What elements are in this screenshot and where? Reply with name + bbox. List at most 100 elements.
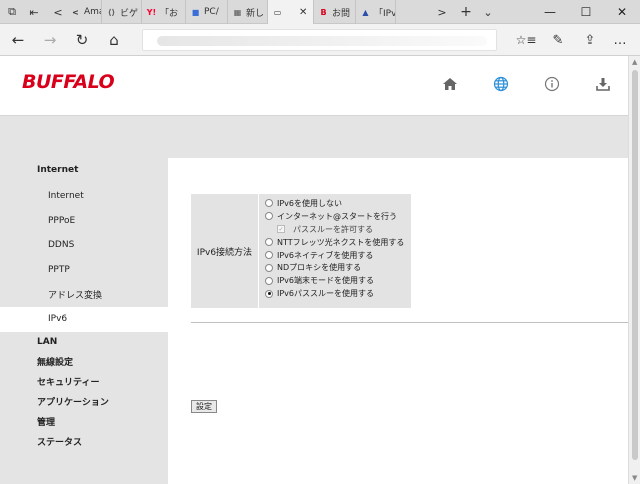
ipv6-connection-method-label: IPv6接続方法 <box>191 194 259 308</box>
radio-button[interactable] <box>265 212 273 221</box>
radio-button[interactable] <box>265 199 273 208</box>
tab-label: Ama <box>84 7 101 17</box>
radio-button[interactable] <box>265 251 273 259</box>
forward-button[interactable]: → <box>40 30 60 50</box>
browser-tab[interactable]: ⟨⟩ ビゲ <box>102 0 142 24</box>
scrollbar-thumb[interactable] <box>632 70 638 460</box>
tab-actions-icon[interactable]: ⧉ <box>4 4 20 20</box>
sidebar-menu: Internet Internet PPPoE DDNS PPTP アドレス変換 IPv6… <box>0 156 168 452</box>
browser-tab[interactable]: ▦ 新し <box>228 0 268 24</box>
sidebar-section[interactable]: セキュリティー <box>0 372 168 392</box>
ipv6-option-label: NTTフレッツ光ネクストを使用する <box>277 237 405 247</box>
radio-button[interactable] <box>265 238 273 247</box>
ipv6-option[interactable]: IPv6を使用しない <box>265 197 404 210</box>
radio-button[interactable] <box>265 263 273 272</box>
sidebar-section[interactable]: ステータス <box>0 432 168 452</box>
scroll-tabs-right-icon[interactable]: > <box>434 4 450 20</box>
close-tab-icon[interactable]: ✕ <box>299 7 307 18</box>
tab-label: ビゲ <box>120 8 139 19</box>
ipv6-option[interactable]: IPv6端末モードを使用する <box>265 274 404 287</box>
favorites-icon[interactable]: ☆≡ <box>516 30 537 50</box>
browser-tab[interactable]: ▲ 「IPv <box>356 0 396 24</box>
ipv6-option[interactable]: インターネット@スタートを行う <box>265 210 404 223</box>
set-aside-tabs-icon[interactable]: ⇤ <box>26 4 42 20</box>
ipv6-option[interactable]: NTTフレッツ光ネクストを使用する <box>265 236 404 249</box>
ipv6-option-label: IPv6パススルーを使用する <box>277 289 375 299</box>
sidebar-item[interactable]: IPv6 <box>0 306 168 332</box>
sidebar-item[interactable]: PPTP <box>0 258 168 283</box>
sidebar-section[interactable]: アプリケーション <box>0 392 168 412</box>
browser-tab[interactable]: < Ama <box>66 0 102 24</box>
apply-settings-button[interactable]: 設定 <box>191 400 217 413</box>
scroll-tabs-left-icon[interactable]: < <box>50 4 66 20</box>
tab-favicon-icon: ▦ <box>233 7 242 17</box>
radio-button[interactable] <box>265 289 273 298</box>
sidebar-item[interactable]: アドレス変換 <box>0 282 168 307</box>
new-tab-button[interactable]: + <box>458 4 474 20</box>
sidebar-item[interactable]: PPPoE <box>0 209 168 234</box>
ipv6-option-label: IPv6端末モードを使用する <box>277 276 375 286</box>
browser-tab[interactable]: ▭ ✕ <box>268 0 314 24</box>
ipv6-option-label: パススルーを許可する <box>293 224 373 234</box>
tab-label: 新し <box>246 8 265 19</box>
sidebar-section[interactable]: 管理 <box>0 412 168 432</box>
form-divider <box>191 322 628 323</box>
router-header: BUFFALO <box>0 56 628 116</box>
ipv6-options-group: IPv6を使用しないインターネット@スタートを行う ✓ パススルーを許可する NTTフ… <box>265 197 404 300</box>
blurred-url <box>157 36 487 46</box>
tab-favicon-icon: < <box>72 7 79 17</box>
sidebar-section[interactable]: LAN <box>0 332 168 352</box>
tab-favicon-icon: B <box>320 7 327 17</box>
tab-favicon-icon: Y! <box>146 7 157 17</box>
refresh-button[interactable]: ↻ <box>72 30 92 50</box>
tab-list-chevron-down-icon[interactable]: ⌄ <box>480 4 496 20</box>
tab-favicon-icon: ■ <box>191 7 200 17</box>
page-scrollbar[interactable]: ▲ ▼ <box>628 56 640 484</box>
globe-icon[interactable] <box>491 74 511 94</box>
ipv6-option[interactable]: NDプロキシを使用する <box>265 261 404 274</box>
browser-tab[interactable]: B お問 <box>314 0 356 24</box>
maximize-button[interactable]: ☐ <box>568 0 604 24</box>
tab-label: お問 <box>332 8 351 19</box>
ipv6-connection-method-row: IPv6接続方法 IPv6を使用しないインターネット@スタートを行う ✓ パススルー… <box>191 194 411 308</box>
share-icon[interactable]: ⇪ <box>580 30 600 50</box>
close-window-button[interactable]: ✕ <box>604 0 640 24</box>
info-icon[interactable] <box>542 74 562 94</box>
scroll-up-icon[interactable]: ▲ <box>632 58 637 66</box>
checkbox[interactable]: ✓ <box>277 225 285 234</box>
sidebar-item[interactable]: Internet <box>0 184 168 209</box>
web-notes-icon[interactable]: ✎ <box>548 30 568 50</box>
tab-favicon-icon: ▭ <box>273 7 282 17</box>
sidebar-section[interactable]: 無線設定 <box>0 352 168 372</box>
browser-tab[interactable]: ■ PC/ <box>186 0 228 24</box>
back-button[interactable]: ← <box>8 30 28 50</box>
ipv6-option[interactable]: IPv6ネイティブを使用する <box>265 249 404 262</box>
router-admin-page: BUFFALO Internet Internet PPPoE DDNS PPTP アド… <box>0 56 628 484</box>
more-menu-icon[interactable]: … <box>610 30 630 50</box>
tab-label: PC/ <box>204 7 219 17</box>
ipv6-option-label: IPv6を使用しない <box>277 198 343 208</box>
ipv6-option-label: IPv6ネイティブを使用する <box>277 250 374 260</box>
tab-label: 「お <box>160 8 179 19</box>
sidebar-item[interactable]: DDNS <box>0 233 168 258</box>
home-icon[interactable] <box>440 74 460 94</box>
minimize-button[interactable]: — <box>532 0 568 24</box>
tab-label: 「IPv <box>374 8 396 19</box>
radio-button[interactable] <box>265 276 273 285</box>
url-input[interactable] <box>142 29 497 51</box>
ipv6-option[interactable]: IPv6パススルーを使用する <box>265 287 404 300</box>
tab-favicon-icon: ⟨⟩ <box>107 7 116 17</box>
sidebar-section-internet[interactable]: Internet <box>0 156 168 184</box>
home-button[interactable]: ⌂ <box>104 30 124 50</box>
tab-favicon-icon: ▲ <box>362 7 369 17</box>
download-icon[interactable] <box>593 74 613 94</box>
ipv6-option-label: NDプロキシを使用する <box>277 263 362 273</box>
buffalo-logo[interactable]: BUFFALO <box>22 71 115 93</box>
ipv6-settings-panel: IPv6接続方法 IPv6を使用しないインターネット@スタートを行う ✓ パススルー… <box>168 158 628 484</box>
scroll-down-icon[interactable]: ▼ <box>632 474 637 482</box>
browser-tab-bar: ⧉ ⇤ < <Ama⟨⟩ビゲY!「お■PC/▦新し▭✕Bお問▲「IPv > + … <box>0 0 640 24</box>
ipv6-option-label: インターネット@スタートを行う <box>277 211 397 221</box>
browser-address-bar: ← → ↻ ⌂ ☆≡ ✎ ⇪ … <box>0 24 640 56</box>
ipv6-option[interactable]: ✓ パススルーを許可する <box>265 223 404 236</box>
browser-tab[interactable]: Y! 「お <box>142 0 186 24</box>
